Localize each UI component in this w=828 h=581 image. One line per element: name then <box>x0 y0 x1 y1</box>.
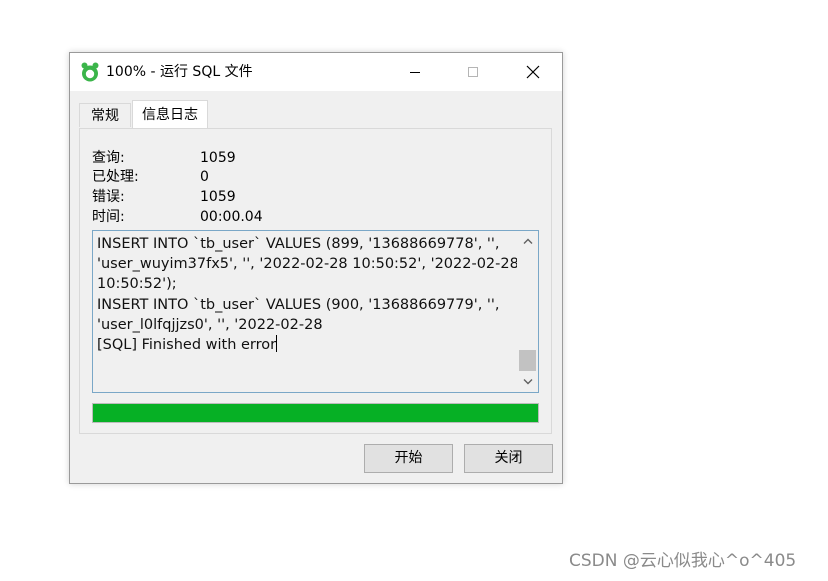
csdn-watermark: CSDN @云心似我心^o^405 <box>569 551 797 571</box>
log-line: 10:50:52'); <box>97 276 177 293</box>
scroll-down-button[interactable] <box>517 372 538 392</box>
message-log-panel: 查询: 1059 已处理: 0 错误: 1059 时间: 00:00.04 IN… <box>79 128 552 434</box>
navicat-logo-icon <box>81 62 99 82</box>
errors-label: 错误: <box>92 189 125 205</box>
time-label: 时间: <box>92 209 125 225</box>
window-title: 100% - 运行 SQL 文件 <box>106 64 253 80</box>
maximize-icon <box>468 67 478 77</box>
log-textarea[interactable]: INSERT INTO `tb_user` VALUES (899, '1368… <box>92 230 539 393</box>
log-line: INSERT INTO `tb_user` VALUES (899, '1368… <box>97 236 500 252</box>
scroll-thumb[interactable] <box>519 350 536 371</box>
close-window-button[interactable] <box>510 53 556 91</box>
close-button[interactable]: 关闭 <box>464 444 553 473</box>
chevron-up-icon <box>523 238 532 244</box>
log-line: [SQL] Finished with error <box>97 337 277 354</box>
tab-general[interactable]: 常规 <box>79 103 131 127</box>
minimize-button[interactable] <box>392 53 438 91</box>
log-line: INSERT INTO `tb_user` VALUES (900, '1368… <box>97 296 500 313</box>
errors-value: 1059 <box>200 189 236 205</box>
queries-label: 查询: <box>92 150 125 166</box>
log-text: INSERT INTO `tb_user` VALUES (899, '1368… <box>97 234 519 355</box>
chevron-down-icon <box>523 379 532 385</box>
run-sql-file-dialog: 100% - 运行 SQL 文件 常规 信息日志 查询: 1059 已处理: 0… <box>69 52 563 484</box>
tab-message-log[interactable]: 信息日志 <box>132 100 208 128</box>
start-button[interactable]: 开始 <box>364 444 453 473</box>
text-caret <box>276 335 278 353</box>
log-line: 'user_wuyim37fx5', '', '2022-02-28 10:50… <box>97 256 519 273</box>
progress-bar <box>92 403 539 423</box>
log-scrollbar[interactable] <box>517 231 538 392</box>
maximize-button[interactable] <box>450 53 496 91</box>
progress-fill <box>93 404 538 422</box>
title-bar[interactable]: 100% - 运行 SQL 文件 <box>70 53 562 91</box>
close-icon <box>526 65 540 79</box>
time-value: 00:00.04 <box>200 209 263 225</box>
minimize-icon <box>410 72 420 73</box>
processed-label: 已处理: <box>92 169 139 185</box>
scroll-up-button[interactable] <box>517 231 538 251</box>
queries-value: 1059 <box>200 150 236 166</box>
processed-value: 0 <box>200 169 209 185</box>
log-line: 'user_l0lfqjjzs0', '', '2022-02-28 <box>97 316 323 333</box>
